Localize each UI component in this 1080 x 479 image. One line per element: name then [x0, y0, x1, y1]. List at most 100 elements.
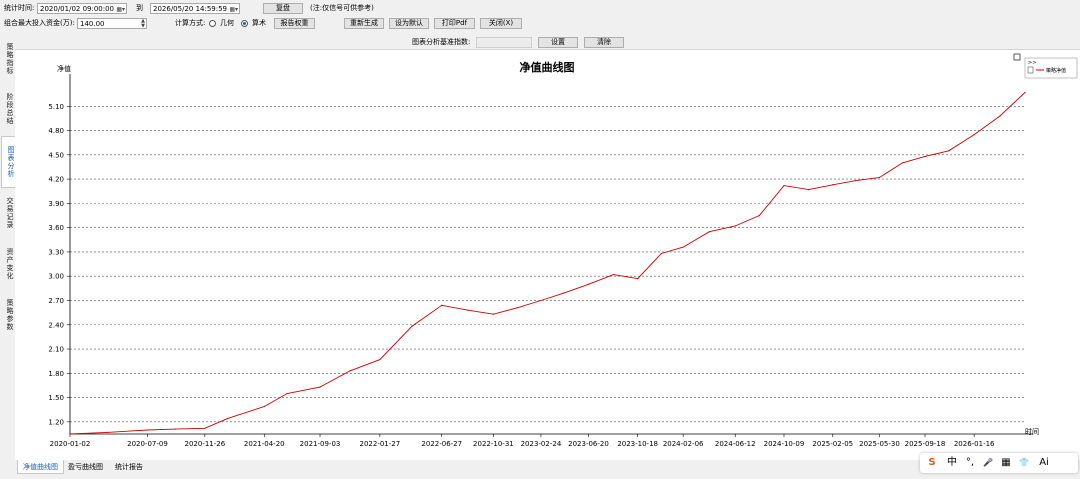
y-tick-label: 1.50 — [48, 394, 64, 402]
side-tab-strategy-metrics[interactable]: 策略指标 — [1, 38, 15, 80]
chart-legend[interactable]: >> 策略净值 — [1024, 57, 1078, 79]
data-point — [349, 370, 351, 372]
side-tab-trade-records[interactable]: 交易记录 — [1, 192, 15, 234]
x-tick-label: 2025-05-30 — [859, 440, 900, 448]
data-point — [832, 184, 834, 186]
data-point — [562, 292, 565, 294]
y-tick-label: 4.50 — [48, 151, 64, 159]
data-point — [783, 184, 785, 187]
x-tick-label: 2020-01-02 — [50, 440, 91, 448]
set-default-button[interactable]: 设为默认 — [389, 18, 429, 29]
calc-method-label: 计算方式: — [175, 19, 206, 27]
max-invest-input[interactable]: 140.00 ▲ ▼ — [77, 18, 147, 29]
data-point — [226, 418, 228, 420]
ime-microphone-icon[interactable]: 🎤 — [980, 453, 996, 473]
data-point — [924, 155, 926, 158]
data-point — [878, 176, 881, 179]
x-tick-label: 2022-10-31 — [473, 440, 514, 448]
chart-maximize-icon[interactable] — [1013, 53, 1021, 61]
calc-geometric-radio[interactable] — [209, 20, 216, 27]
ime-brand-icon[interactable]: S — [924, 453, 940, 473]
ime-keyboard-icon[interactable]: ▦ — [998, 453, 1014, 473]
y-tick-label: 4.20 — [48, 176, 64, 184]
data-point — [441, 304, 443, 306]
y-tick-label: 1.20 — [48, 418, 64, 426]
y-tick-label: 2.10 — [48, 346, 64, 354]
data-point — [106, 431, 108, 433]
x-tick-label: 2020-07-09 — [127, 440, 168, 448]
replay-button[interactable]: 复盘 — [263, 3, 303, 14]
signal-note: (注:仅信号可供参考) — [310, 4, 374, 12]
start-datetime-picker[interactable]: 2020/01/02 09:00:00 ▦▾ — [37, 3, 127, 14]
x-tick-label: 2023-10-18 — [617, 440, 658, 448]
data-point — [682, 246, 684, 248]
close-button[interactable]: 关闭(X) — [480, 18, 522, 29]
y-tick-label: 3.30 — [48, 248, 64, 256]
net-value-chart: 净值曲线图 净值 时间 >> 策略净值 1.20 1.50 1.80 2.10 2.40… — [48, 53, 1078, 448]
bottom-tab-net-value[interactable]: 净值曲线图 — [17, 460, 64, 474]
calendar-dropdown-icon[interactable]: ▦▾ — [116, 4, 125, 15]
y-tick-label: 2.70 — [48, 297, 64, 305]
spinner-arrows-icon[interactable]: ▲ ▼ — [141, 19, 145, 29]
ime-toolbar[interactable]: S 中 °, 🎤 ▦ 👕 Ai — [920, 453, 1078, 473]
x-tick-label: 2026-01-16 — [954, 440, 995, 448]
side-tab-strategy-params[interactable]: 策略参数 — [1, 294, 15, 336]
data-point — [540, 299, 542, 302]
legend-checkbox[interactable] — [1027, 66, 1034, 74]
data-point — [411, 325, 413, 327]
bottom-tab-report[interactable]: 统计报告 — [110, 460, 148, 474]
end-datetime-value: 2026/05/20 14:59:59 — [153, 5, 228, 13]
print-pdf-button[interactable]: 打印Pdf — [434, 18, 475, 29]
data-point — [734, 225, 736, 227]
legend-entry-label: 策略净值 — [1046, 67, 1066, 74]
data-point — [174, 428, 176, 430]
data-point — [660, 252, 663, 255]
calc-arithmetic-label: 算术 — [252, 19, 266, 27]
series-line-net-value — [69, 92, 1026, 435]
report-weight-button[interactable]: 报告权重 — [274, 18, 315, 29]
y-tick-label: 3.00 — [48, 273, 64, 281]
data-point — [204, 427, 206, 429]
max-invest-label: 组合最大投入资金(万): — [4, 19, 75, 27]
y-tick-label: 3.90 — [48, 200, 64, 208]
ime-chinese-mode-icon[interactable]: 中 — [944, 453, 960, 473]
max-invest-value: 140.00 — [80, 20, 105, 28]
y-tick-label: 4.80 — [48, 127, 64, 135]
y-tick-label: 3.60 — [48, 224, 64, 232]
chart-panel: 净值曲线图 净值 时间 >> 策略净值 1.20 1.50 1.80 2.10 2.40… — [15, 49, 1080, 460]
x-tick-label: 2023-02-24 — [521, 440, 562, 448]
benchmark-input[interactable] — [476, 37, 532, 48]
to-label: 到 — [136, 4, 143, 12]
x-tick-label: 2023-06-20 — [568, 440, 609, 448]
data-point — [263, 405, 265, 408]
y-tick-label: 2.40 — [48, 321, 64, 329]
x-tick-label: 2024-02-06 — [663, 440, 704, 448]
side-tab-asset-changes[interactable]: 资产变化 — [1, 243, 15, 285]
data-point — [467, 309, 469, 311]
data-point — [758, 214, 761, 217]
data-point — [492, 313, 494, 315]
data-point — [587, 283, 590, 285]
chart-settings-button[interactable]: 设置 — [538, 37, 578, 48]
chart-clear-button[interactable]: 清除 — [584, 37, 624, 48]
data-point — [379, 358, 381, 361]
regenerate-button[interactable]: 重新生成 — [344, 18, 384, 29]
ime-ai-icon[interactable]: Ai — [1034, 453, 1054, 473]
bottom-tab-pnl[interactable]: 盈亏曲线图 — [63, 460, 108, 474]
x-tick-label: 2024-06-12 — [715, 440, 756, 448]
chart-title: 净值曲线图 — [520, 60, 575, 74]
legend-toggle-icon[interactable]: >> — [1028, 60, 1036, 66]
data-point — [999, 115, 1001, 117]
stat-time-label: 统计时间: — [4, 4, 35, 12]
data-point — [637, 278, 639, 280]
y-tick-label: 5.10 — [48, 103, 64, 111]
ime-punctuation-icon[interactable]: °, — [962, 453, 978, 473]
calc-arithmetic-radio[interactable] — [241, 20, 248, 27]
x-tick-label: 2022-06-27 — [421, 440, 462, 448]
side-tab-stage-summary[interactable]: 阶段总结 — [1, 88, 15, 130]
y-tick-label: 1.80 — [48, 370, 64, 378]
end-datetime-picker[interactable]: 2026/05/20 14:59:59 ▦▾ — [150, 3, 240, 14]
ime-skin-icon[interactable]: 👕 — [1016, 453, 1032, 473]
side-tab-chart-analysis[interactable]: 图表分析 — [1, 136, 16, 188]
calendar-dropdown-icon[interactable]: ▦▾ — [229, 4, 238, 15]
